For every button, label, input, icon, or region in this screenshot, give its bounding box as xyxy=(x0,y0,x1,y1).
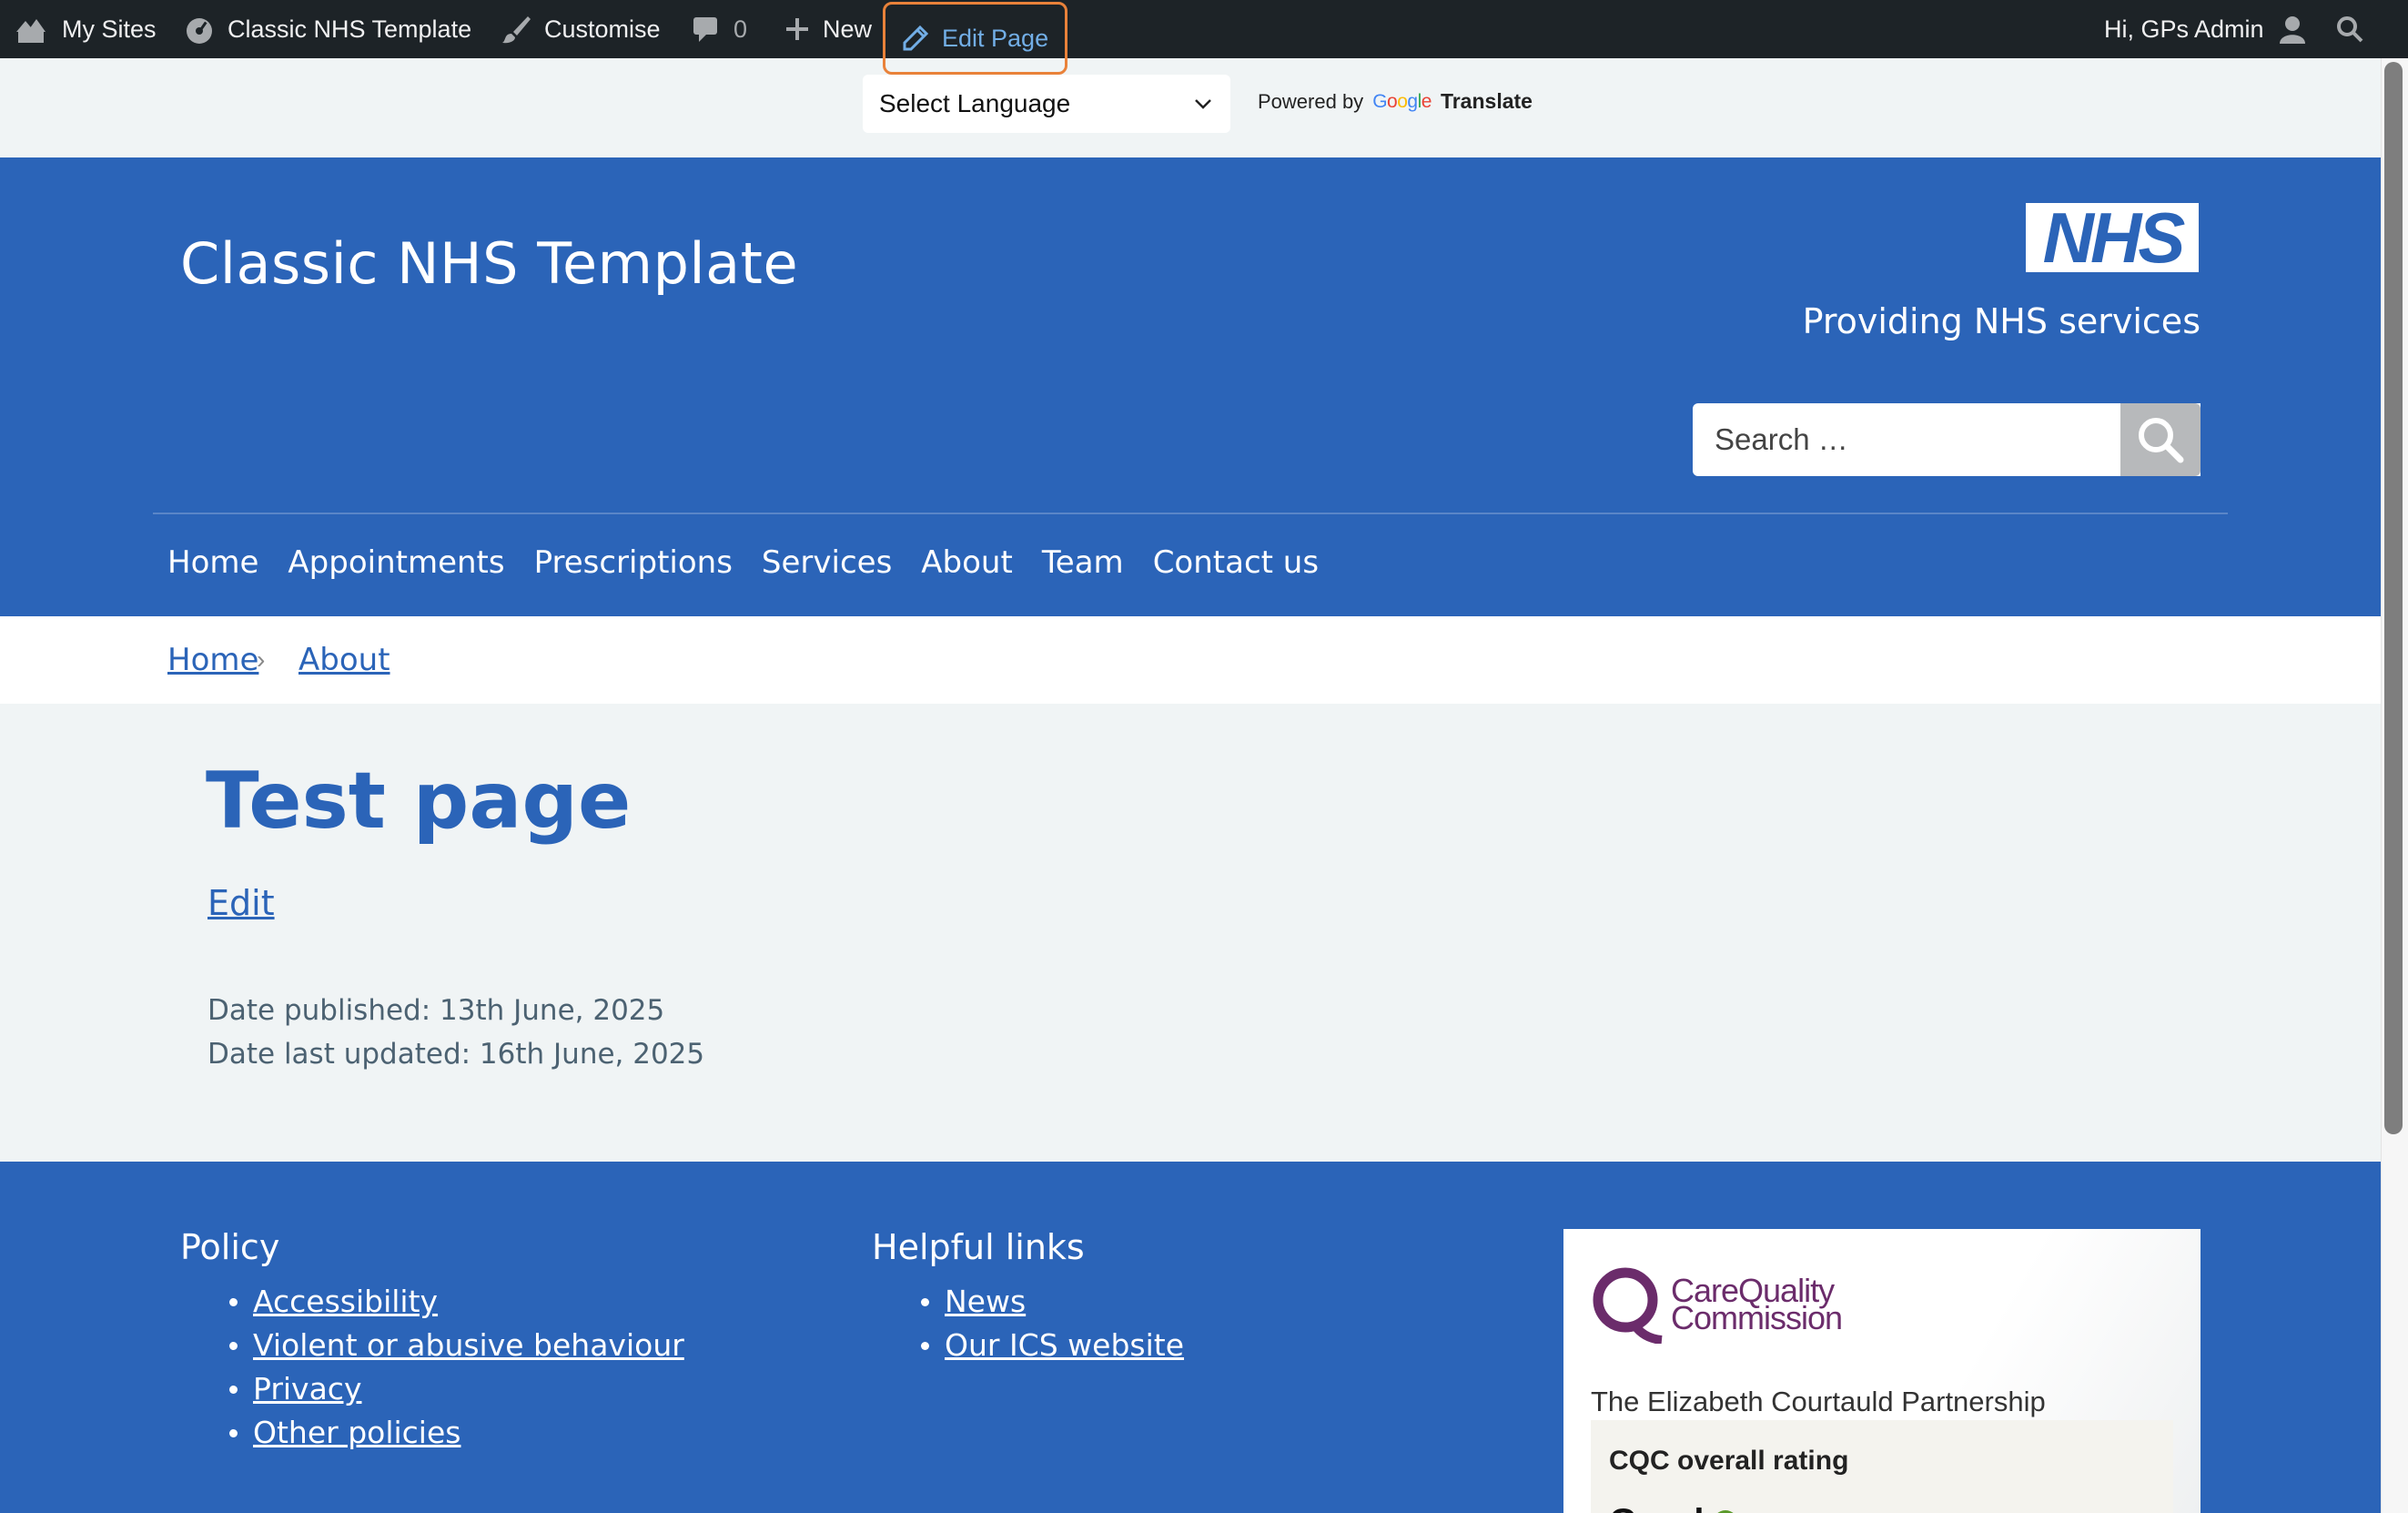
breadcrumb-about[interactable]: About xyxy=(298,642,390,678)
nav-item-contact[interactable]: Contact us xyxy=(1153,544,1319,581)
nhs-logo: NHS xyxy=(2026,198,2199,278)
admin-search-button[interactable] xyxy=(2335,0,2364,58)
footer-link-accessibility[interactable]: Accessibility xyxy=(253,1284,438,1319)
site-title[interactable]: Classic NHS Template xyxy=(180,230,798,297)
cqc-q-icon xyxy=(1593,1267,1663,1344)
powered-by-label: Powered by xyxy=(1258,89,1364,113)
breadcrumb-home[interactable]: Home xyxy=(167,642,258,678)
nav-item-appointments[interactable]: Appointments xyxy=(288,544,504,581)
my-sites-menu[interactable]: My Sites xyxy=(13,0,157,58)
helpful-links: News Our ICS website xyxy=(917,1280,1184,1367)
nav-item-home[interactable]: Home xyxy=(167,544,258,581)
list-item: Other policies xyxy=(226,1411,684,1455)
comments-menu[interactable]: 0 xyxy=(692,0,747,58)
nav-item-prescriptions[interactable]: Prescriptions xyxy=(534,544,733,581)
breadcrumb-chevron-icon: › xyxy=(257,645,266,674)
customise-menu[interactable]: Customise xyxy=(501,0,661,58)
user-avatar-icon xyxy=(2279,16,2305,44)
policy-heading: Policy xyxy=(180,1227,280,1267)
header-divider xyxy=(153,513,2228,514)
nhs-logo-text: NHS xyxy=(2042,198,2186,278)
footer-link-ics-website[interactable]: Our ICS website xyxy=(945,1327,1184,1363)
admin-bar: My Sites Classic NHS Template Customise … xyxy=(0,0,2408,75)
list-item: Accessibility xyxy=(226,1280,684,1324)
translate-label: Translate xyxy=(1440,89,1533,113)
cqc-logo-line2: Commission xyxy=(1671,1299,1843,1336)
paintbrush-icon xyxy=(502,16,531,44)
pencil-icon xyxy=(903,25,929,51)
nav-item-about[interactable]: About xyxy=(921,544,1013,581)
greeting-label: Hi, GPs Admin xyxy=(2104,15,2264,43)
breadcrumb: Home › About xyxy=(0,616,2381,704)
search-button[interactable] xyxy=(2120,403,2201,476)
list-item: Violent or abusive behaviour xyxy=(226,1324,684,1367)
comment-icon xyxy=(693,17,717,42)
dashboard-icon xyxy=(187,18,212,44)
cqc-rating-value: Good xyxy=(1609,1502,1739,1513)
site-name-menu[interactable]: Classic NHS Template xyxy=(184,0,471,58)
plus-icon xyxy=(786,18,808,40)
cqc-rating-label: CQC overall rating xyxy=(1609,1446,1849,1476)
nav-item-team[interactable]: Team xyxy=(1042,544,1124,581)
search-placeholder: Search … xyxy=(1715,422,1848,456)
rating-dot-icon xyxy=(1713,1509,1739,1513)
chevron-down-icon xyxy=(1195,99,1211,109)
my-sites-icon xyxy=(16,19,46,43)
scrollbar-thumb[interactable] xyxy=(2384,62,2403,1134)
list-item: Our ICS website xyxy=(917,1324,1184,1367)
google-translate-credit: Powered by Google Translate xyxy=(1258,89,1533,114)
page-title: Test page xyxy=(206,756,632,847)
primary-nav: Home Appointments Prescriptions Services… xyxy=(167,544,1319,581)
cqc-provider-name: The Elizabeth Courtauld Partnership xyxy=(1591,1386,2046,1417)
cqc-rating-widget[interactable]: CareQuality Commission The Elizabeth Cou… xyxy=(1563,1229,2201,1513)
cqc-logo: CareQuality Commission xyxy=(1591,1265,1843,1344)
my-sites-label: My Sites xyxy=(62,15,157,43)
list-item: News xyxy=(917,1280,1184,1324)
new-content-menu[interactable]: New xyxy=(784,0,872,58)
language-select[interactable]: Select Language xyxy=(863,75,1230,133)
google-logo[interactable]: Google xyxy=(1372,91,1432,113)
footer-link-privacy[interactable]: Privacy xyxy=(253,1371,361,1406)
site-header: Classic NHS Template NHS Providing NHS s… xyxy=(0,157,2381,616)
footer-link-violent-behaviour[interactable]: Violent or abusive behaviour xyxy=(253,1327,684,1363)
footer-link-other-policies[interactable]: Other policies xyxy=(253,1415,460,1450)
new-label: New xyxy=(823,15,873,43)
list-item: Privacy xyxy=(226,1367,684,1411)
my-account-menu[interactable]: Hi, GPs Admin xyxy=(2104,0,2308,58)
site-name-label: Classic NHS Template xyxy=(228,15,472,43)
site-footer: Policy Accessibility Violent or abusive … xyxy=(0,1162,2381,1513)
edit-link[interactable]: Edit xyxy=(207,883,275,923)
cqc-logo-wordmark: CareQuality Commission xyxy=(1671,1274,1843,1336)
comments-count: 0 xyxy=(734,15,748,43)
edit-page-button[interactable]: Edit Page xyxy=(883,2,1068,75)
date-updated: Date last updated: 16th June, 2025 xyxy=(207,1038,705,1071)
cqc-rating-text: Good xyxy=(1609,1502,1704,1513)
edit-page-label: Edit Page xyxy=(942,24,1049,52)
footer-link-news[interactable]: News xyxy=(945,1284,1026,1319)
helpful-links-heading: Helpful links xyxy=(872,1227,1085,1267)
nhs-tagline: Providing NHS services xyxy=(1802,301,2201,341)
policy-links: Accessibility Violent or abusive behavio… xyxy=(226,1280,684,1455)
search-icon xyxy=(2337,16,2363,43)
date-published: Date published: 13th June, 2025 xyxy=(207,994,665,1027)
nav-item-services[interactable]: Services xyxy=(762,544,892,581)
language-select-value: Select Language xyxy=(879,89,1071,117)
customise-label: Customise xyxy=(544,15,661,43)
cqc-rating-box: CQC overall rating Good xyxy=(1591,1420,2173,1513)
search-icon xyxy=(2139,418,2184,463)
